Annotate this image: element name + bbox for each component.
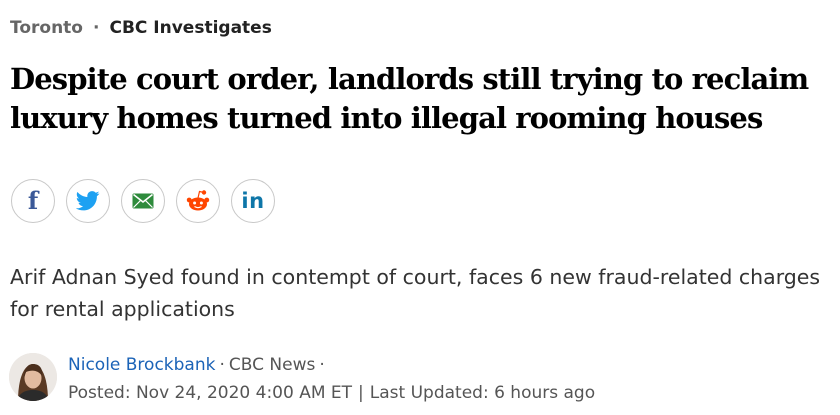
share-facebook-button[interactable]: f <box>11 179 55 223</box>
share-twitter-button[interactable] <box>66 179 110 223</box>
share-linkedin-button[interactable]: in <box>231 179 275 223</box>
facebook-icon: f <box>27 186 39 215</box>
breadcrumb: Toronto · CBC Investigates <box>10 16 272 40</box>
byline-line-2: Posted: Nov 24, 2020 4:00 AM ET | Last Upd… <box>68 379 595 407</box>
article-deck: Arif Adnan Syed found in contempt of cou… <box>10 265 821 321</box>
byline-text: Nicole Brockbank · CBC News · Posted: Nov 2… <box>68 351 595 407</box>
byline-outlet-separator: · <box>319 355 325 375</box>
byline-line-1: Nicole Brockbank · CBC News · <box>68 351 595 379</box>
twitter-icon <box>76 191 100 211</box>
breadcrumb-region-link[interactable]: Toronto <box>10 16 83 40</box>
breadcrumb-separator: · <box>93 18 100 38</box>
updated-timestamp: Last Updated: 6 hours ago <box>369 383 596 403</box>
author-link[interactable]: Nicole Brockbank <box>68 355 215 375</box>
share-reddit-button[interactable] <box>176 179 220 223</box>
timestamp-divider: | <box>358 383 364 403</box>
breadcrumb-section-link[interactable]: CBC Investigates <box>109 16 271 40</box>
author-avatar[interactable] <box>9 353 57 401</box>
posted-timestamp: Posted: Nov 24, 2020 4:00 AM ET <box>68 383 353 403</box>
email-icon <box>132 193 154 209</box>
article-headline: Despite court order, landlords still try… <box>10 62 809 135</box>
share-bar: f in <box>11 179 275 223</box>
share-email-button[interactable] <box>121 179 165 223</box>
reddit-icon <box>186 190 210 211</box>
byline-outlet: CBC News <box>228 355 316 375</box>
byline-separator: · <box>219 355 225 375</box>
linkedin-icon: in <box>241 189 265 213</box>
byline: Nicole Brockbank · CBC News · Posted: Nov 2… <box>9 353 595 407</box>
